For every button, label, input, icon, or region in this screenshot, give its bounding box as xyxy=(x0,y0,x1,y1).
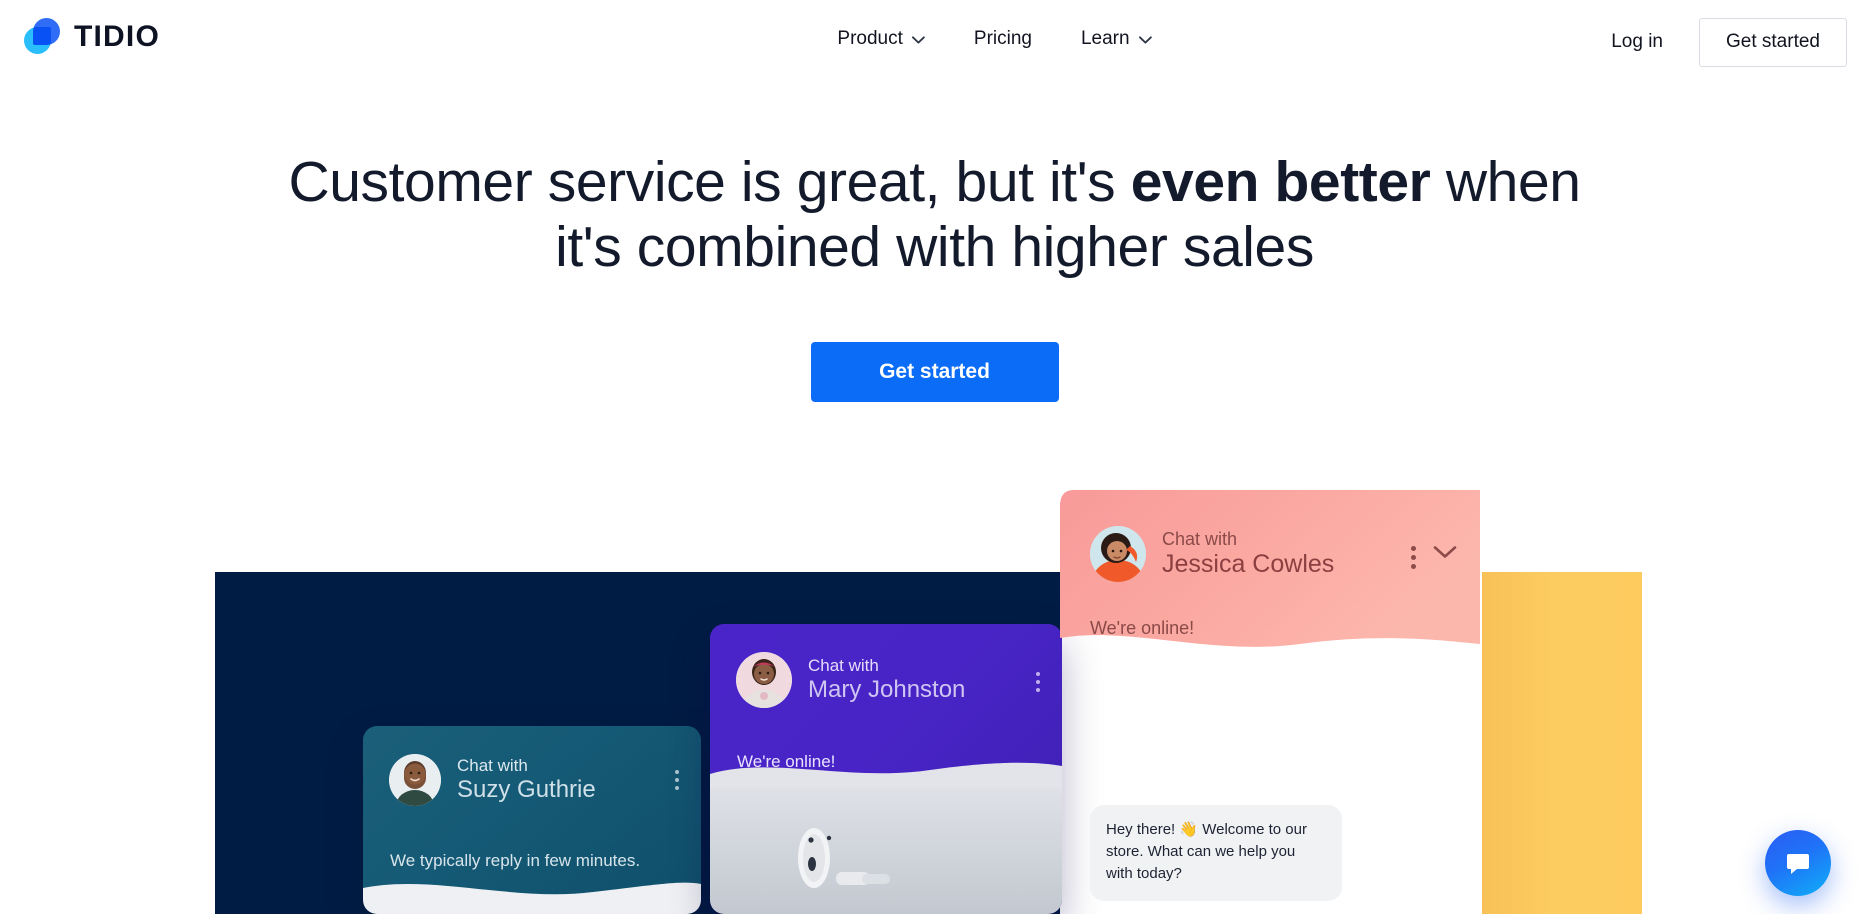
get-started-hero-button[interactable]: Get started xyxy=(810,341,1059,402)
yellow-background-panel xyxy=(1482,572,1642,914)
chat-card-identity: Chat with Jessica Cowles xyxy=(1162,529,1334,578)
card-wave-divider xyxy=(710,762,1062,788)
tidio-chat-drop-logo-icon xyxy=(22,16,63,57)
chevron-down-icon xyxy=(1138,35,1152,44)
chat-card-header: Chat with Mary Johnston xyxy=(710,624,1062,708)
nav-item-learn[interactable]: Learn xyxy=(1079,25,1154,52)
chat-message-bubble: Hey there! 👋 Welcome to our store. What … xyxy=(1090,805,1342,902)
header-actions: Log in Get started xyxy=(1603,18,1847,67)
primary-navigation: Product Pricing Learn xyxy=(835,25,1153,52)
login-link[interactable]: Log in xyxy=(1603,25,1671,59)
tidio-logo[interactable]: TIDIO xyxy=(22,16,160,57)
chat-with-label: Chat with xyxy=(1162,529,1238,550)
chat-with-label: Chat with xyxy=(808,656,879,676)
page-title: Customer service is great, but it's even… xyxy=(265,150,1605,280)
hero-cta-wrapper: Get started xyxy=(0,341,1869,402)
chat-card-header: Chat with Jessica Cowles xyxy=(1060,490,1480,582)
chat-card-header: Chat with Suzy Guthrie xyxy=(363,726,701,806)
kebab-menu-icon[interactable] xyxy=(1411,546,1416,569)
chat-card-identity: Chat with Suzy Guthrie xyxy=(457,756,596,803)
chat-card-suzy[interactable]: Chat with Suzy Guthrie We typically repl… xyxy=(363,726,701,914)
kebab-menu-icon[interactable] xyxy=(675,770,679,790)
chat-card-identity: Chat with Mary Johnston xyxy=(808,656,965,703)
chevron-down-icon xyxy=(911,35,925,44)
nav-item-pricing[interactable]: Pricing xyxy=(972,25,1034,52)
avatar-mary xyxy=(736,652,792,708)
card-wave-divider xyxy=(363,882,701,914)
nav-item-learn-label: Learn xyxy=(1080,28,1130,49)
headphones-photo xyxy=(798,828,890,888)
chat-status-text: We typically reply in few minutes. xyxy=(390,851,641,870)
kebab-menu-icon[interactable] xyxy=(1036,672,1040,692)
chat-with-label: Chat with xyxy=(457,756,528,776)
hero-section: Customer service is great, but it's even… xyxy=(0,150,1869,402)
hero-title-emphasis: even better xyxy=(1130,150,1431,214)
card-photo-area xyxy=(710,774,1062,914)
site-header: TIDIO Product Pricing Learn Log in Get s… xyxy=(0,0,1869,76)
nav-item-product[interactable]: Product xyxy=(835,25,926,52)
chat-status-text: We're online! xyxy=(1090,618,1195,638)
chat-agent-name: Mary Johnston xyxy=(808,675,966,703)
logo-wordmark: TIDIO xyxy=(74,19,160,53)
chat-agent-name: Suzy Guthrie xyxy=(457,775,596,803)
hero-illustration: Chat with Suzy Guthrie We typically repl… xyxy=(0,0,1869,914)
chevron-down-icon[interactable] xyxy=(1432,544,1458,560)
chat-bubble-icon xyxy=(1787,854,1809,874)
get-started-header-button[interactable]: Get started xyxy=(1699,18,1847,67)
chat-launcher-button[interactable]: Open chat xyxy=(1765,830,1831,896)
chat-card-mary[interactable]: Chat with Mary Johnston We're online! xyxy=(710,624,1062,914)
nav-item-pricing-label: Pricing xyxy=(973,28,1032,49)
avatar-jessica xyxy=(1090,526,1146,582)
chat-agent-name: Jessica Cowles xyxy=(1162,549,1335,578)
landing-page: TIDIO Product Pricing Learn Log in Get s… xyxy=(0,0,1869,914)
nav-item-product-label: Product xyxy=(837,28,903,49)
hero-title-part1: Customer service is great, but it's xyxy=(288,150,1131,214)
avatar-suzy xyxy=(389,754,441,806)
